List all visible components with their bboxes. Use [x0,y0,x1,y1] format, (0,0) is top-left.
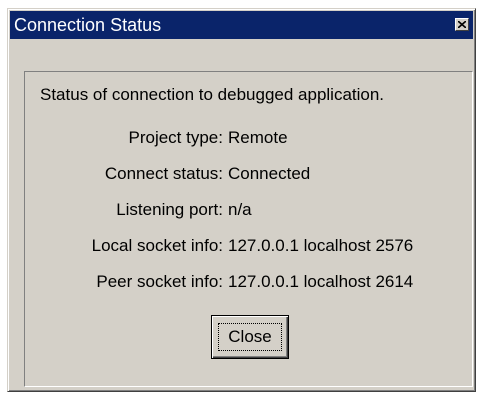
local-socket-label: Local socket info: [91,236,223,255]
peer-socket-value: 127.0.0.1 localhost 2614 [228,272,414,291]
project-type-value: Remote [228,128,288,147]
window-title: Connection Status [14,15,162,35]
close-button-label: Close [218,323,282,351]
project-type-label: Project type: [128,128,224,147]
title-bar[interactable]: Connection Status [10,11,473,39]
connection-status-dialog: Connection Status Status of connection t… [7,8,476,392]
listening-port-label: Listening port: [116,200,223,219]
connect-status-value: Connected [228,164,311,183]
status-heading: Status of connection to debugged applica… [40,85,385,104]
connect-status-label: Connect status: [104,164,223,183]
close-x-icon[interactable] [455,18,469,31]
listening-port-value: n/a [228,200,252,219]
local-socket-value: 127.0.0.1 localhost 2576 [228,236,414,255]
peer-socket-label: Peer socket info: [96,272,223,291]
close-button[interactable]: Close [211,315,289,359]
